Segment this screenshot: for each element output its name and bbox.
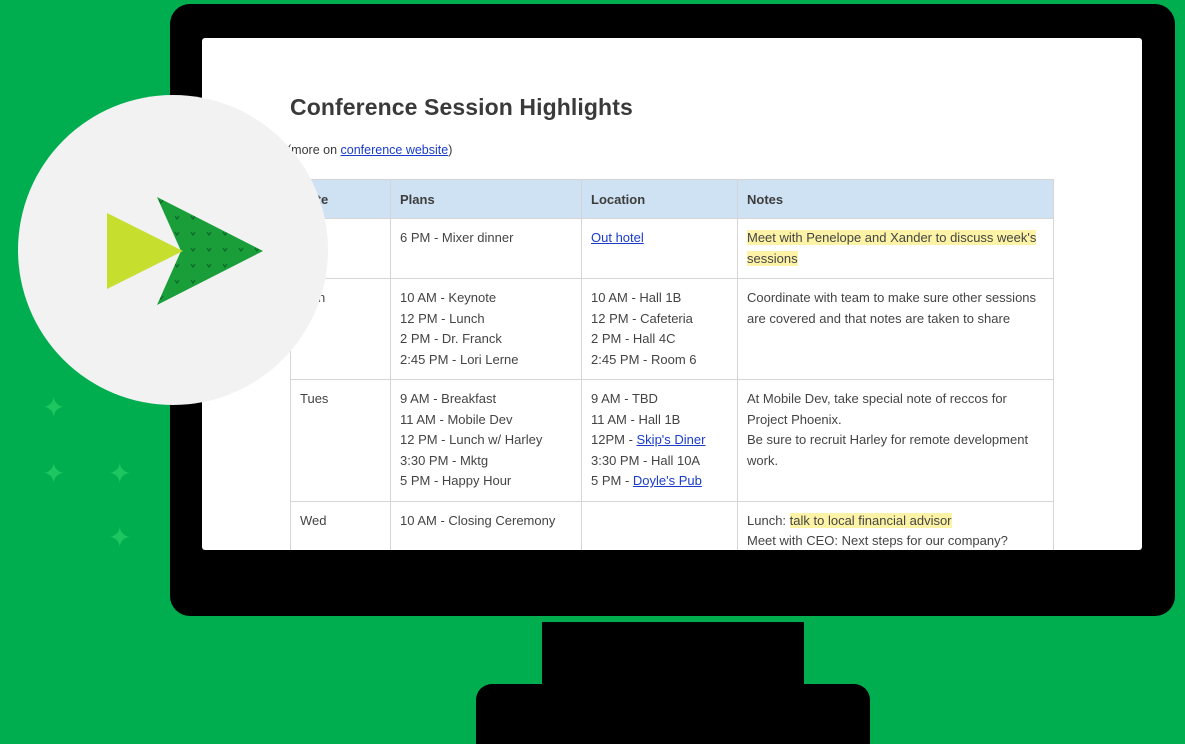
- note-item: Coordinate with team to make sure other …: [747, 288, 1044, 329]
- sparkle-icon: ✦: [108, 458, 132, 489]
- cell-notes: At Mobile Dev, take special note of recc…: [737, 379, 1054, 502]
- note-text: Meet with CEO: Next steps for our compan…: [747, 533, 1008, 548]
- location-link[interactable]: Out hotel: [591, 230, 644, 245]
- plan-item: 6 PM - Mixer dinner: [400, 230, 514, 245]
- header-plans: Plans: [390, 179, 582, 219]
- note-item: Meet with Penelope and Xander to discuss…: [747, 228, 1044, 269]
- plan-item: 12 PM - Lunch: [400, 310, 485, 326]
- location-item: 9 AM - TBD: [591, 389, 728, 410]
- note-highlight: talk to local financial advisor: [789, 512, 952, 528]
- plan-item: 5 PM - Happy Hour: [400, 473, 512, 488]
- plan-item: 2 PM - Dr. Franck: [400, 331, 502, 346]
- location-text: 10 AM - Hall 1B: [591, 290, 682, 305]
- location-item: 2:45 PM - Room 6: [591, 350, 728, 371]
- table-row: Tues 9 AM - Breakfast 11 AM - Mobile Dev 12…: [290, 379, 1054, 502]
- plan-item: 2:45 PM - Lori Lerne: [400, 351, 519, 367]
- plan-item: 12 PM - Lunch w/ Harley: [400, 432, 543, 447]
- plan-item: 3:30 PM - Mktg: [400, 452, 489, 468]
- location-text: 2:45 PM - Room 6: [591, 351, 697, 367]
- cell-notes: Coordinate with team to make sure other …: [737, 278, 1054, 380]
- schedule-body: 6 PM - Mixer dinner Out hotel Meet with Pe…: [290, 218, 1054, 550]
- subtitle-line: (more on conference website): [287, 143, 452, 157]
- plan-item: 11 AM - Mobile Dev: [400, 411, 513, 427]
- play-arrows-logo-icon: [107, 197, 263, 305]
- cell-day: Tues: [290, 379, 391, 502]
- note-highlight: Meet with Penelope and Xander to discuss…: [747, 230, 1037, 266]
- location-item: 12PM - Skip's Diner: [591, 430, 728, 451]
- location-item: 11 AM - Hall 1B: [591, 410, 728, 431]
- plan-item: 9 AM - Breakfast: [400, 391, 497, 406]
- location-text: 3:30 PM - Hall 10A: [591, 452, 701, 468]
- note-text: Be sure to recruit Harley for remote dev…: [747, 432, 1029, 468]
- note-prefix: Lunch:: [747, 512, 790, 528]
- note-item: Meet with CEO: Next steps for our compan…: [747, 531, 1044, 550]
- table-row: Wed 10 AM - Closing Ceremony Lunch: talk t…: [290, 500, 1054, 550]
- cell-plans: 10 AM - Closing Ceremony: [390, 500, 582, 550]
- plan-item: 10 AM - Closing Ceremony: [400, 512, 556, 528]
- cell-plans: 9 AM - Breakfast 11 AM - Mobile Dev 12 PM …: [390, 379, 582, 502]
- location-text: 2 PM - Hall 4C: [591, 331, 676, 346]
- cell-plans: 10 AM - Keynote 12 PM - Lunch 2 PM - Dr. F…: [390, 278, 582, 380]
- cell-notes: Lunch: talk to local financial advisor Me…: [737, 500, 1054, 550]
- cell-day: Wed: [290, 500, 391, 550]
- note-text: Coordinate with team to make sure other …: [747, 290, 1037, 326]
- sparkle-icon: ✦: [42, 392, 66, 423]
- note-text: At Mobile Dev, take special note of recc…: [747, 391, 1007, 427]
- sparkle-icon: ✦: [42, 458, 66, 489]
- note-item: Lunch: talk to local financial advisor: [747, 511, 1044, 532]
- cell-plans: 6 PM - Mixer dinner: [390, 218, 582, 279]
- document-screen: Conference Session Highlights (more on c…: [202, 38, 1142, 550]
- location-text: 12 PM - Cafeteria: [591, 310, 693, 326]
- monitor-stand-base: [476, 684, 870, 744]
- plan-item: 10 AM - Keynote: [400, 290, 497, 305]
- location-link[interactable]: Skip's Diner: [637, 432, 706, 447]
- monitor-stand-neck: [542, 622, 804, 692]
- location-prefix: 5 PM -: [591, 473, 633, 488]
- note-item: At Mobile Dev, take special note of recc…: [747, 389, 1044, 430]
- schedule-table: Date Plans Location Notes 6 PM - Mixer d…: [290, 179, 1054, 550]
- header-notes: Notes: [737, 179, 1054, 219]
- location-text: 9 AM - TBD: [591, 391, 658, 406]
- location-item: Out hotel: [591, 228, 728, 249]
- location-item: 2 PM - Hall 4C: [591, 329, 728, 350]
- location-link[interactable]: Doyle's Pub: [633, 473, 702, 488]
- table-header-row: Date Plans Location Notes: [290, 179, 1054, 219]
- location-item: 5 PM - Doyle's Pub: [591, 471, 728, 492]
- cell-notes: Meet with Penelope and Xander to discuss…: [737, 218, 1054, 279]
- page-title: Conference Session Highlights: [290, 94, 633, 120]
- table-row: Mon10 AM - Keynote12 PM - Lunch2 PM - Dr…: [290, 278, 1054, 380]
- location-item: 10 AM - Hall 1B: [591, 288, 728, 309]
- location-item: 12 PM - Cafeteria: [591, 309, 728, 330]
- header-location: Location: [581, 179, 738, 219]
- subtitle-suffix: ): [448, 143, 453, 157]
- cell-location: [581, 500, 738, 550]
- cell-location: 9 AM - TBD 11 AM - Hall 1B 12PM - Skip's D…: [581, 379, 738, 502]
- table-row: 6 PM - Mixer dinner Out hotel Meet with Pe…: [290, 218, 1054, 279]
- location-item: 3:30 PM - Hall 10A: [591, 451, 728, 472]
- conference-website-link[interactable]: conference website: [341, 143, 449, 157]
- location-prefix: 12PM -: [591, 432, 637, 447]
- cell-location: 10 AM - Hall 1B 12 PM - Cafeteria 2 PM - H…: [581, 278, 738, 380]
- sparkle-icon: ✦: [108, 522, 132, 553]
- cell-location: Out hotel: [581, 218, 738, 279]
- location-text: 11 AM - Hall 1B: [591, 411, 681, 427]
- note-item: Be sure to recruit Harley for remote dev…: [747, 430, 1044, 471]
